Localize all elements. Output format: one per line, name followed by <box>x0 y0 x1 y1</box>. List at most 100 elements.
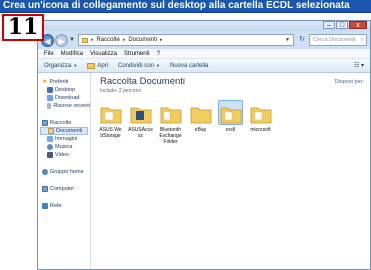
nav-immagini-label: Immagini <box>55 136 78 142</box>
computer-icon <box>42 186 48 192</box>
open-label: Apri <box>97 62 108 69</box>
search-icon: ⌕ <box>360 37 364 43</box>
file-grid: ASUS WebStorage ASUSAccess Bluetooth Exc… <box>98 100 273 145</box>
navigation-pane: ★ Preferiti Desktop Download Risorse rec… <box>38 73 91 269</box>
window-controls: – □ x <box>323 21 367 29</box>
nav-recent-label: Risorse recenti <box>53 103 90 109</box>
folder-icon <box>158 100 183 125</box>
library-icon <box>42 120 48 126</box>
library-title: Raccolta Documenti <box>100 76 186 87</box>
nav-computer[interactable]: Computer <box>38 185 90 193</box>
network-icon <box>42 203 48 209</box>
breadcrumb-raccolte[interactable]: Raccolte <box>96 37 119 43</box>
search-input[interactable]: Cerca Documenti ⌕ <box>309 34 367 46</box>
nav-network-label: Rete <box>50 203 62 209</box>
nav-recent[interactable]: Risorse recenti <box>38 102 90 110</box>
recent-places-icon <box>47 103 52 109</box>
folder-item-bluetooth-exchange[interactable]: Bluetooth Exchange Folder <box>158 100 183 145</box>
menu-strumenti[interactable]: Strumenti <box>124 51 150 57</box>
folder-item-ecdl[interactable]: ecdl <box>218 100 243 145</box>
menu-help[interactable]: ? <box>157 51 160 57</box>
folder-name: ecdl <box>225 127 236 133</box>
refresh-button[interactable]: ↻ <box>297 34 307 46</box>
nav-musica[interactable]: Musica <box>38 143 90 151</box>
menu-visualizza[interactable]: Visualizza <box>90 51 117 57</box>
folder-name: eBay <box>194 127 207 133</box>
video-icon <box>47 152 53 158</box>
breadcrumb-documenti[interactable]: Documenti <box>128 37 157 43</box>
close-button[interactable]: x <box>349 21 367 29</box>
address-row: ◀ ▶ ▼ ▸ Raccolte ▸ Documenti ▸ ▼ ↻ Cerca… <box>38 31 370 49</box>
nav-network[interactable]: Rete <box>38 202 90 210</box>
folder-icon <box>128 100 153 125</box>
nav-libraries[interactable]: Raccolte <box>38 119 90 127</box>
music-icon <box>47 144 53 150</box>
folder-name: microsoft <box>250 127 271 133</box>
maximize-button[interactable]: □ <box>336 21 348 29</box>
forward-button[interactable]: ▶ <box>55 33 68 47</box>
folder-name: ASUSAccess <box>128 127 153 139</box>
title-bar[interactable]: – □ x <box>38 21 370 31</box>
organize-button[interactable]: Organizza ▼ <box>44 63 77 69</box>
new-folder-label: Nuova cartella <box>170 62 209 69</box>
folder-item-asus-webstorage[interactable]: ASUS WebStorage <box>98 100 123 145</box>
open-button[interactable]: Apri <box>87 62 108 69</box>
chevron-down-icon: ▼ <box>73 63 78 68</box>
address-dropdown-icon[interactable]: ▼ <box>285 37 293 43</box>
address-bar[interactable]: ▸ Raccolte ▸ Documenti ▸ ▼ <box>77 34 294 46</box>
history-dropdown-icon[interactable]: ▼ <box>69 37 75 43</box>
nav-homegroup-label: Gruppo home <box>50 169 84 175</box>
folder-icon <box>188 100 213 125</box>
breadcrumb-separator-icon[interactable]: ▸ <box>123 37 126 43</box>
share-label: Condividi con <box>118 62 155 69</box>
step-number-badge: 11 <box>2 14 44 41</box>
star-icon: ★ <box>42 79 48 85</box>
nav-libraries-label: Raccolte <box>50 120 72 126</box>
nav-documenti[interactable]: Documenti <box>40 127 88 135</box>
nav-download[interactable]: Download <box>38 94 90 102</box>
folder-icon <box>218 100 243 125</box>
nav-video-label: Video <box>55 152 69 158</box>
menu-file[interactable]: File <box>44 51 54 57</box>
nav-documenti-label: Documenti <box>56 128 83 134</box>
search-placeholder: Cerca Documenti <box>313 37 356 43</box>
file-list-pane: Raccolta Documenti Include: 2 percorsi D… <box>92 73 370 269</box>
share-button[interactable]: Condividi con ▼ <box>118 63 160 69</box>
content-area: ★ Preferiti Desktop Download Risorse rec… <box>38 73 370 269</box>
menu-modifica[interactable]: Modifica <box>61 51 83 57</box>
nav-video[interactable]: Video <box>38 151 90 159</box>
folder-item-ebay[interactable]: eBay <box>188 100 213 145</box>
nav-download-label: Download <box>55 95 80 101</box>
folder-icon <box>98 100 123 125</box>
folder-name: Bluetooth Exchange Folder <box>159 127 182 145</box>
new-folder-button[interactable]: Nuova cartella <box>170 63 208 69</box>
arrange-by-dropdown[interactable]: Disponi per: <box>335 79 364 85</box>
menu-bar: File Modifica Visualizza Strumenti ? <box>38 49 370 59</box>
documents-icon <box>48 128 54 134</box>
library-locations-link[interactable]: Include: 2 percorsi <box>100 88 141 94</box>
nav-immagini[interactable]: Immagini <box>38 135 90 143</box>
chevron-down-icon: ▼ <box>156 63 160 68</box>
folder-open-icon <box>87 62 96 69</box>
explorer-window: – □ x ◀ ▶ ▼ ▸ Raccolte ▸ Documenti ▸ ▼ ↻… <box>37 20 371 270</box>
breadcrumb-separator-icon[interactable]: ▸ <box>160 37 163 43</box>
nav-desktop[interactable]: Desktop <box>38 86 90 94</box>
pictures-icon <box>47 136 53 142</box>
folder-name: ASUS WebStorage <box>99 127 122 139</box>
organize-label: Organizza <box>44 62 72 69</box>
breadcrumb-separator-icon[interactable]: ▸ <box>91 37 94 43</box>
minimize-button[interactable]: – <box>323 21 335 29</box>
nav-favorites[interactable]: ★ Preferiti <box>38 78 90 86</box>
folder-item-asusaccess[interactable]: ASUSAccess <box>128 100 153 145</box>
folder-small-icon <box>81 37 88 43</box>
nav-homegroup[interactable]: Gruppo home <box>38 168 90 176</box>
folder-item-microsoft[interactable]: microsoft <box>248 100 273 145</box>
desktop-icon <box>47 87 53 93</box>
download-icon <box>47 95 53 101</box>
instruction-banner: Crea un'icona di collegamento sul deskto… <box>0 0 371 13</box>
command-bar: Organizza ▼ Apri Condividi con ▼ Nuova c… <box>38 59 370 73</box>
view-options-button[interactable]: ☷ ▾ <box>354 62 364 69</box>
